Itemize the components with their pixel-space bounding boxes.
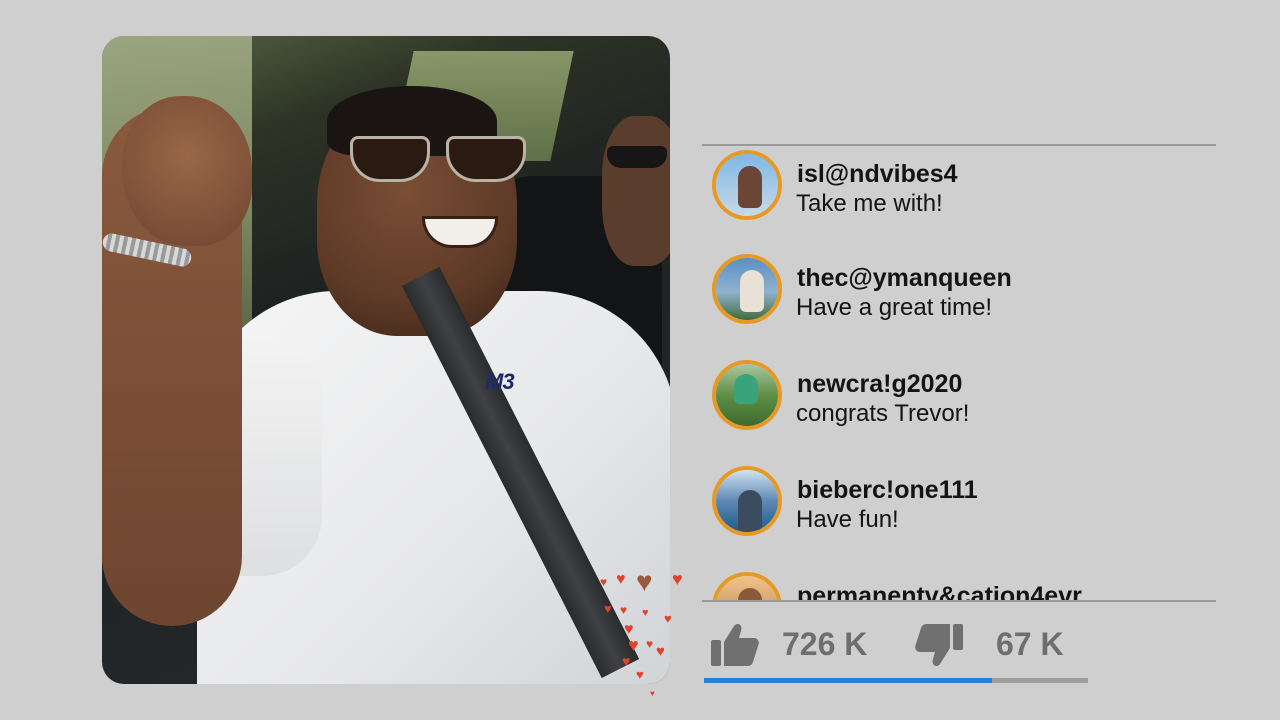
thumbs-up-icon[interactable] bbox=[710, 622, 760, 668]
comment-item: isl@ndvibes4 Take me with! bbox=[712, 150, 1212, 230]
comment-feed[interactable]: isl@ndvibes4 Take me with! thec@ymanquee… bbox=[702, 144, 1216, 602]
heart-icon: ♥ bbox=[636, 566, 653, 597]
user-avatar[interactable] bbox=[712, 360, 782, 430]
comment-message: congrats Trevor! bbox=[796, 400, 970, 427]
comment-username[interactable]: permanentv&cation4evr bbox=[797, 582, 1082, 600]
heart-icon: ♥ bbox=[664, 611, 672, 626]
heart-icon: ♥ bbox=[656, 643, 665, 660]
heart-icon: ♥ bbox=[646, 637, 654, 651]
comment-message: Have fun! bbox=[796, 506, 899, 533]
heart-icon: ♥ bbox=[600, 575, 608, 589]
driver-sunglasses bbox=[350, 136, 530, 182]
comment-username[interactable]: isl@ndvibes4 bbox=[797, 160, 958, 189]
dislike-count: 67 K bbox=[996, 626, 1064, 662]
user-avatar[interactable] bbox=[712, 572, 782, 600]
passenger-sunglasses bbox=[607, 146, 667, 168]
comment-item: newcra!g2020 congrats Trevor! bbox=[712, 360, 1212, 440]
comment-item: permanentv&cation4evr bbox=[712, 572, 1212, 600]
comment-username[interactable]: bieberc!one111 bbox=[797, 476, 978, 505]
user-avatar[interactable] bbox=[712, 150, 782, 220]
comment-message: Have a great time! bbox=[796, 294, 993, 321]
passenger bbox=[602, 116, 670, 266]
heart-icon: ♥ bbox=[628, 635, 639, 655]
comment-message: Take me with! bbox=[796, 190, 943, 217]
heart-icon: ♥ bbox=[636, 667, 644, 682]
like-ratio-fill bbox=[704, 678, 992, 683]
heart-icon: ♥ bbox=[672, 569, 683, 589]
heart-icon: ♥ bbox=[604, 601, 612, 616]
shirt-logo: M3 bbox=[485, 369, 515, 394]
heart-icon: ♥ bbox=[616, 571, 626, 588]
comment-item: bieberc!one111 Have fun! bbox=[712, 466, 1212, 546]
reaction-bar: 726 K 67 K bbox=[702, 612, 1102, 683]
live-video[interactable]: M3 bbox=[102, 36, 670, 684]
user-avatar[interactable] bbox=[712, 466, 782, 536]
raised-fist bbox=[122, 96, 252, 246]
comment-item: thec@ymanqueen Have a great time! bbox=[712, 254, 1212, 334]
like-ratio-bar bbox=[704, 678, 1088, 683]
comment-username[interactable]: thec@ymanqueen bbox=[797, 264, 1012, 293]
thumbs-down-icon[interactable] bbox=[914, 622, 964, 668]
user-avatar[interactable] bbox=[712, 254, 782, 324]
heart-icon: ♥ bbox=[622, 653, 631, 669]
heart-icon: ♥ bbox=[650, 689, 655, 698]
like-count: 726 K bbox=[782, 626, 868, 662]
comment-username[interactable]: newcra!g2020 bbox=[797, 370, 962, 399]
heart-icon: ♥ bbox=[642, 607, 649, 619]
heart-icon: ♥ bbox=[620, 603, 628, 617]
